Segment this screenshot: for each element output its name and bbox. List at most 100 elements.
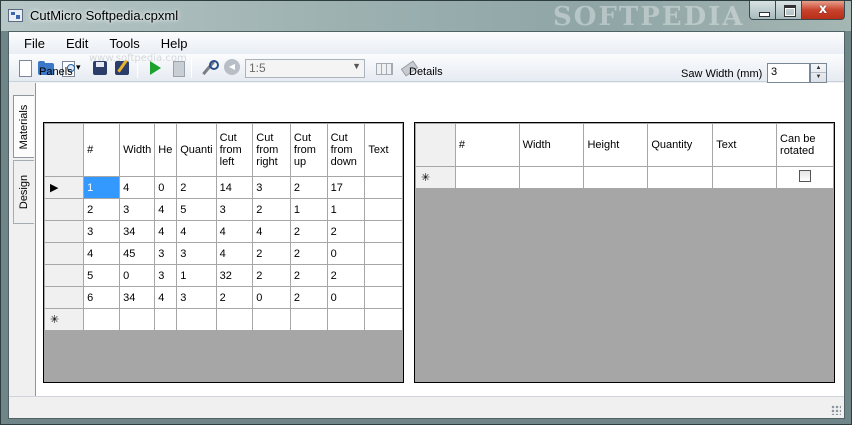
menu-edit[interactable]: Edit xyxy=(58,36,96,51)
back-arrow-icon[interactable] xyxy=(223,59,241,77)
table-cell[interactable]: 45 xyxy=(119,242,156,265)
table-cell[interactable]: 2 xyxy=(215,286,254,309)
table-cell[interactable]: 2 xyxy=(252,264,291,287)
table-cell[interactable]: 0 xyxy=(252,286,291,309)
table-cell[interactable]: 2 xyxy=(289,286,328,309)
table-cell[interactable]: 2 xyxy=(252,198,291,221)
table-cell[interactable]: 2 xyxy=(289,176,328,199)
column-header[interactable]: Cut from up xyxy=(289,123,328,177)
column-header[interactable]: Quanti xyxy=(176,123,217,177)
current-row-indicator-icon[interactable]: ▶ xyxy=(44,176,85,199)
table-cell[interactable]: 2 xyxy=(289,220,328,243)
tab-materials[interactable]: Materials xyxy=(13,95,34,158)
table-cell[interactable]: 4 xyxy=(119,176,156,199)
table-cell[interactable]: 2 xyxy=(326,264,366,287)
table-cell[interactable] xyxy=(583,166,649,189)
table-cell[interactable]: 0 xyxy=(326,242,366,265)
column-header[interactable]: He xyxy=(154,123,178,177)
table-cell[interactable]: 4 xyxy=(252,220,291,243)
column-header[interactable]: Width xyxy=(518,123,585,167)
row-header[interactable] xyxy=(44,198,85,221)
column-header[interactable]: Text xyxy=(712,123,778,167)
table-cell[interactable]: 0 xyxy=(154,176,178,199)
table-cell[interactable]: 4 xyxy=(154,198,178,221)
table-cell[interactable]: 4 xyxy=(83,242,121,265)
column-header[interactable]: Quantity xyxy=(647,123,714,167)
table-cell[interactable] xyxy=(712,166,778,189)
column-header[interactable]: Height xyxy=(583,123,649,167)
table-cell[interactable] xyxy=(364,198,403,221)
saw-width-spinner[interactable]: ▲ ▼ xyxy=(810,63,827,83)
table-cell[interactable]: 2 xyxy=(289,242,328,265)
table-cell[interactable]: 1 xyxy=(83,176,121,199)
menu-file[interactable]: File xyxy=(16,36,53,51)
table-cell[interactable] xyxy=(289,308,328,331)
table-cell[interactable] xyxy=(364,242,403,265)
table-cell[interactable]: 4 xyxy=(176,220,217,243)
spin-up-icon[interactable]: ▲ xyxy=(811,64,826,73)
table-cell[interactable]: 1 xyxy=(289,198,328,221)
spin-down-icon[interactable]: ▼ xyxy=(811,73,826,82)
column-header[interactable]: Text xyxy=(364,123,403,177)
table-cell[interactable] xyxy=(364,176,403,199)
resize-grip-icon[interactable] xyxy=(831,405,841,415)
table-cell[interactable]: 5 xyxy=(83,264,121,287)
table-cell[interactable]: 34 xyxy=(119,220,156,243)
table-cell[interactable]: 3 xyxy=(176,242,217,265)
table-cell[interactable]: 6 xyxy=(83,286,121,309)
table-cell[interactable]: 3 xyxy=(176,286,217,309)
new-file-icon[interactable] xyxy=(16,59,34,77)
table-cell[interactable]: 4 xyxy=(154,220,178,243)
table-cell[interactable]: 0 xyxy=(119,264,156,287)
saw-width-input[interactable]: 3 xyxy=(767,63,810,83)
table-cell[interactable]: 5 xyxy=(176,198,217,221)
table-cell[interactable]: 1 xyxy=(176,264,217,287)
column-header[interactable]: Cut from right xyxy=(252,123,291,177)
minimize-button[interactable] xyxy=(749,1,776,20)
row-header[interactable] xyxy=(44,286,85,309)
maximize-button[interactable] xyxy=(776,1,802,20)
can-be-rotated-checkbox[interactable] xyxy=(799,170,812,182)
table-cell[interactable]: 17 xyxy=(326,176,366,199)
table-cell[interactable]: 3 xyxy=(252,176,291,199)
row-header[interactable] xyxy=(44,264,85,287)
column-header[interactable]: # xyxy=(454,123,520,167)
table-cell[interactable] xyxy=(647,166,714,189)
row-header[interactable] xyxy=(44,220,85,243)
row-header[interactable] xyxy=(44,242,85,265)
column-header[interactable]: Cut from left xyxy=(215,123,254,177)
app-icon[interactable] xyxy=(8,9,23,22)
table-cell[interactable] xyxy=(119,308,156,331)
table-cell[interactable]: 2 xyxy=(289,264,328,287)
new-row-asterisk-icon[interactable]: ✳ xyxy=(415,166,456,189)
menu-help[interactable]: Help xyxy=(153,36,196,51)
table-cell[interactable]: 4 xyxy=(215,220,254,243)
table-cell[interactable]: 3 xyxy=(154,242,178,265)
menu-tools[interactable]: Tools xyxy=(101,36,147,51)
table-cell[interactable]: 3 xyxy=(119,198,156,221)
details-grid[interactable]: # Width Height Quantity Text Can be rota… xyxy=(414,122,835,383)
table-cell[interactable]: 32 xyxy=(215,264,254,287)
table-cell[interactable] xyxy=(364,308,403,331)
table-cell[interactable]: 4 xyxy=(215,242,254,265)
table-cell[interactable] xyxy=(364,264,403,287)
table-cell[interactable] xyxy=(215,308,254,331)
table-cell[interactable] xyxy=(518,166,585,189)
column-header[interactable]: Cut from down xyxy=(326,123,366,177)
column-header[interactable]: Width xyxy=(119,123,156,177)
table-cell[interactable]: 2 xyxy=(176,176,217,199)
table-cell[interactable] xyxy=(326,308,366,331)
tools-icon[interactable] xyxy=(199,59,219,77)
table-cell[interactable] xyxy=(83,308,121,331)
grid-view-icon[interactable] xyxy=(375,59,393,77)
table-cell[interactable] xyxy=(176,308,217,331)
table-cell[interactable]: 3 xyxy=(154,264,178,287)
zoom-select[interactable]: 1:5 ▼ xyxy=(245,59,365,78)
column-header[interactable]: # xyxy=(83,123,121,177)
row-header-corner[interactable] xyxy=(44,123,85,177)
table-cell[interactable]: 3 xyxy=(83,220,121,243)
table-cell[interactable]: 2 xyxy=(83,198,121,221)
table-cell[interactable]: 1 xyxy=(326,198,366,221)
table-cell[interactable] xyxy=(252,308,291,331)
table-cell[interactable]: 3 xyxy=(215,198,254,221)
